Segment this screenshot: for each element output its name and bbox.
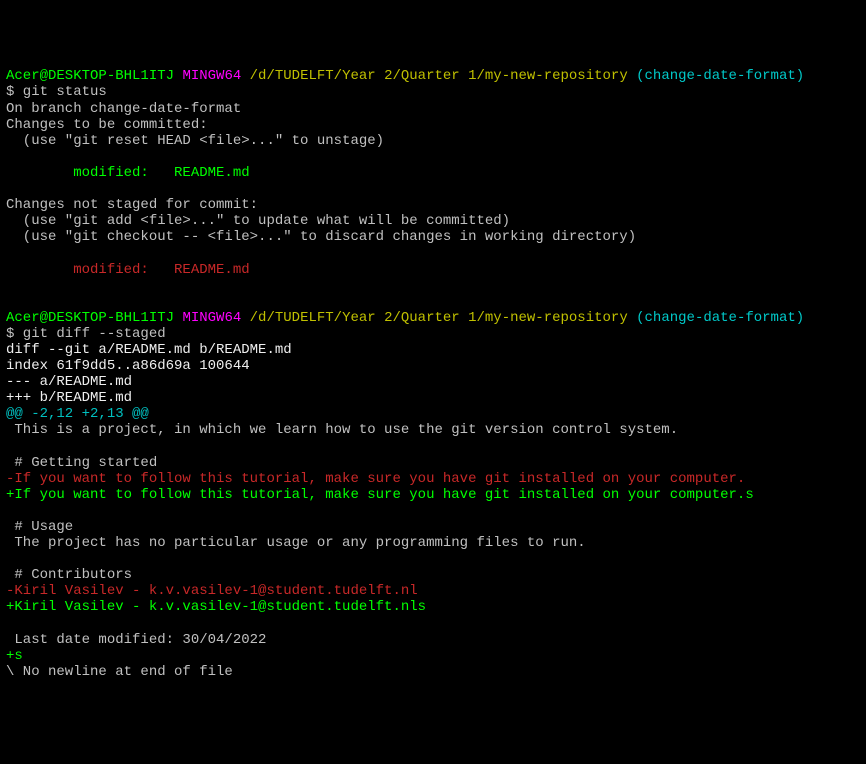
prompt-branch-open: ( [636,310,644,326]
status-unstage-hint: (use "git reset HEAD <file>..." to unsta… [6,133,384,149]
diff-blank [6,551,14,567]
status-to-commit: Changes to be committed: [6,117,208,133]
diff-file-a: --- a/README.md [6,374,132,390]
diff-blank [6,503,14,519]
diff-removed: -Kiril Vasilev - k.v.vasilev-1@student.t… [6,583,418,599]
status-checkout-hint: (use "git checkout -- <file>..." to disc… [6,229,636,245]
status-branch: On branch change-date-format [6,101,241,117]
diff-file-b: +++ b/README.md [6,390,132,406]
diff-index: index 61f9dd5..a86d69a 100644 [6,358,250,374]
prompt-user-host: Acer@DESKTOP-BHL1ITJ [6,310,174,326]
prompt-env: MINGW64 [182,310,241,326]
terminal-output[interactable]: Acer@DESKTOP-BHL1ITJ MINGW64 /d/TUDELFT/… [6,68,860,680]
diff-added: +Kiril Vasilev - k.v.vasilev-1@student.t… [6,599,426,615]
prompt-path: /d/TUDELFT/Year 2/Quarter 1/my-new-repos… [250,68,628,84]
prompt-path: /d/TUDELFT/Year 2/Quarter 1/my-new-repos… [250,310,628,326]
diff-context: This is a project, in which we learn how… [6,422,678,438]
diff-hunk: @@ -2,12 +2,13 @@ [6,406,149,422]
diff-removed: -If you want to follow this tutorial, ma… [6,471,745,487]
diff-context: # Getting started [6,455,157,471]
diff-header: diff --git a/README.md b/README.md [6,342,292,358]
diff-context: The project has no particular usage or a… [6,535,586,551]
diff-added: +s [6,648,23,664]
prompt-branch-close: ) [796,68,804,84]
diff-blank [6,439,14,455]
diff-added: +If you want to follow this tutorial, ma… [6,487,754,503]
prompt-branch-open: ( [636,68,644,84]
unstaged-file: modified: README.md [6,262,250,278]
status-add-hint: (use "git add <file>..." to update what … [6,213,510,229]
staged-file: modified: README.md [6,165,250,181]
diff-context: # Usage [6,519,73,535]
diff-context: # Contributors [6,567,132,583]
command-line: $ git status [6,84,107,100]
command-line: $ git diff --staged [6,326,166,342]
prompt-branch: change-date-format [645,310,796,326]
prompt-user-host: Acer@DESKTOP-BHL1ITJ [6,68,174,84]
diff-blank [6,616,14,632]
prompt-branch-close: ) [796,310,804,326]
prompt-env: MINGW64 [182,68,241,84]
diff-context: Last date modified: 30/04/2022 [6,632,266,648]
diff-nonewline: \ No newline at end of file [6,664,233,680]
status-not-staged: Changes not staged for commit: [6,197,258,213]
prompt-branch: change-date-format [645,68,796,84]
